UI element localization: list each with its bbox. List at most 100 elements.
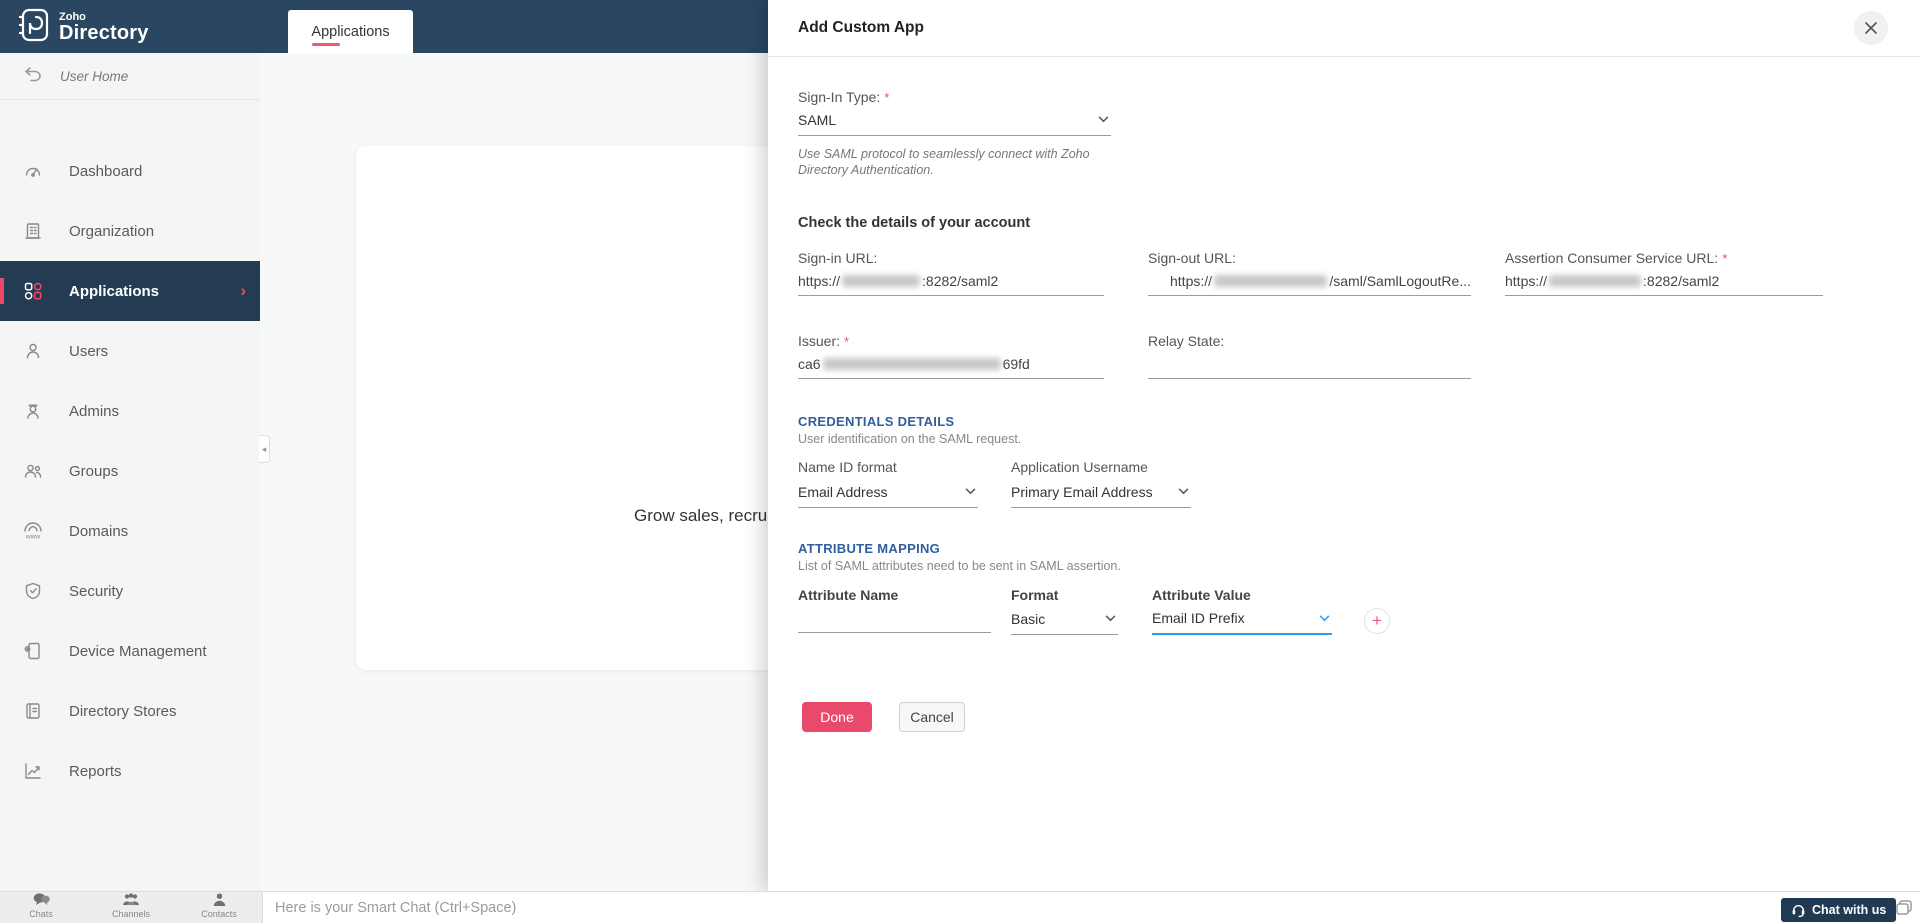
organization-icon	[22, 220, 44, 242]
attribute-value-select[interactable]: Email ID Prefix	[1152, 603, 1332, 635]
sidebar-item-users[interactable]: Users	[0, 321, 260, 381]
contacts-label: Contacts	[201, 909, 237, 919]
bottom-chat-bar: Chats Channels Contacts Here is your Sma…	[0, 891, 1920, 923]
contacts-icon	[213, 893, 225, 906]
sidebar-item-reports[interactable]: Reports	[0, 741, 260, 801]
sidebar-label: Reports	[69, 762, 122, 780]
security-shield-icon	[22, 580, 44, 602]
required-asterisk: *	[1722, 251, 1728, 266]
application-username-select[interactable]: Primary Email Address	[1011, 476, 1191, 508]
required-asterisk: *	[844, 334, 850, 349]
sidebar-divider	[0, 99, 260, 100]
domains-globe-icon: www	[22, 520, 44, 542]
application-username-label: Application Username	[1011, 459, 1148, 475]
add-attribute-row-button[interactable]: +	[1364, 608, 1390, 634]
format-select[interactable]: Basic	[1011, 603, 1118, 635]
sign-in-url-label: Sign-in URL:	[798, 250, 878, 266]
sidebar-item-device-management[interactable]: Device Management	[0, 621, 260, 681]
redacted-text	[842, 274, 921, 287]
sign-in-type-select[interactable]: SAML	[798, 104, 1111, 136]
brand-directory: Directory	[59, 22, 149, 44]
attribute-value-column-label: Attribute Value	[1152, 587, 1251, 603]
admins-icon	[22, 400, 44, 422]
redacted-text	[1549, 274, 1642, 287]
reports-icon	[22, 760, 44, 782]
redacted-text	[822, 357, 1001, 370]
sign-in-url-input[interactable]: https://:8282/saml2	[798, 266, 1104, 296]
url-prefix: https://	[798, 272, 841, 289]
sidebar-item-directory-stores[interactable]: Directory Stores	[0, 681, 260, 741]
sidebar-item-security[interactable]: Security	[0, 561, 260, 621]
sidebar-label: Security	[69, 582, 124, 600]
attribute-name-input[interactable]	[798, 603, 991, 633]
acs-url-input[interactable]: https:// :8282/saml2	[1505, 266, 1823, 296]
chevron-down-icon	[1319, 614, 1330, 622]
sign-in-type-value: SAML	[798, 111, 837, 128]
sign-out-url-label: Sign-out URL:	[1148, 250, 1236, 266]
add-custom-app-drawer: Add Custom App Sign-In Type: * SAML Use S…	[768, 0, 1920, 891]
minimized-windows-icon[interactable]	[1896, 900, 1912, 920]
format-value: Basic	[1011, 610, 1046, 627]
chats-button[interactable]: Chats	[6, 893, 76, 919]
tab-active-underline	[312, 43, 340, 46]
dashboard-icon	[22, 160, 44, 182]
chat-with-us-button[interactable]: Chat with us	[1781, 898, 1897, 922]
sidebar-collapse-handle[interactable]: ◂	[259, 435, 270, 463]
attribute-mapping-heading: ATTRIBUTE MAPPING	[798, 541, 941, 556]
chat-shortcuts-panel: Chats Channels Contacts	[0, 892, 263, 923]
sidebar-item-admins[interactable]: Admins	[0, 381, 260, 441]
url-prefix: https://	[1505, 272, 1548, 289]
relay-state-input[interactable]	[1148, 349, 1471, 379]
attribute-name-column-label: Attribute Name	[798, 587, 899, 603]
zoho-directory-logo[interactable]: Zoho Directory	[16, 7, 149, 48]
done-button[interactable]: Done	[802, 702, 872, 732]
name-id-format-label: Name ID format	[798, 459, 897, 475]
groups-icon	[22, 460, 44, 482]
chevron-down-icon	[1098, 116, 1109, 123]
svg-text:www: www	[25, 534, 40, 541]
sidebar-item-dashboard[interactable]: Dashboard	[0, 141, 260, 201]
chevron-down-icon	[1105, 615, 1116, 622]
close-button[interactable]	[1854, 11, 1888, 45]
name-id-format-value: Email Address	[798, 483, 888, 500]
issuer-label-text: Issuer:	[798, 333, 841, 349]
sidebar-item-organization[interactable]: Organization	[0, 201, 260, 261]
url-suffix: :8282/saml2	[1643, 272, 1720, 289]
attribute-mapping-subheading: List of SAML attributes need to be sent …	[798, 559, 1121, 573]
sidebar-label: Groups	[69, 462, 119, 480]
sign-out-url-input[interactable]: https:// /saml/SamlLogoutRe...	[1148, 266, 1471, 296]
sidebar-label: Directory Stores	[69, 702, 177, 720]
app-root: Zoho Directory Applications User Home Da…	[0, 0, 1920, 923]
channels-button[interactable]: Channels	[96, 893, 166, 919]
chat-with-us-label: Chat with us	[1812, 903, 1887, 917]
sidebar-user-home-label: User Home	[60, 68, 129, 84]
background-partial-text: Grow sales, recruit	[634, 506, 776, 525]
users-icon	[22, 340, 44, 362]
sign-in-type-label: Sign-In Type: *	[798, 89, 889, 105]
issuer-label: Issuer: *	[798, 333, 849, 349]
credentials-subheading: User identification on the SAML request.	[798, 432, 1022, 446]
headset-icon	[1792, 904, 1805, 917]
name-id-format-select[interactable]: Email Address	[798, 476, 978, 508]
acs-url-label-text: Assertion Consumer Service URL:	[1505, 250, 1719, 266]
chats-label: Chats	[29, 909, 53, 919]
url-prefix: https://	[1170, 272, 1213, 289]
sidebar-item-user-home[interactable]: User Home	[0, 53, 260, 99]
chats-icon	[33, 893, 50, 905]
tab-applications-label: Applications	[311, 23, 390, 40]
application-username-value: Primary Email Address	[1011, 483, 1153, 500]
active-indicator-bar	[0, 278, 4, 304]
account-details-heading: Check the details of your account	[798, 215, 1031, 231]
contacts-button[interactable]: Contacts	[184, 893, 254, 919]
channels-icon	[123, 893, 139, 905]
sidebar-item-domains[interactable]: www Domains	[0, 501, 260, 561]
issuer-input[interactable]: ca6 69fd	[798, 349, 1104, 379]
smart-chat-input[interactable]	[263, 892, 1663, 923]
sidebar-item-applications[interactable]: Applications ›	[0, 261, 260, 321]
format-column-label: Format	[1011, 587, 1059, 603]
sidebar-label: Domains	[69, 522, 129, 540]
tab-applications[interactable]: Applications	[288, 10, 413, 53]
sidebar-item-groups[interactable]: Groups	[0, 441, 260, 501]
cancel-button[interactable]: Cancel	[899, 702, 965, 732]
relay-state-label: Relay State:	[1148, 333, 1225, 349]
